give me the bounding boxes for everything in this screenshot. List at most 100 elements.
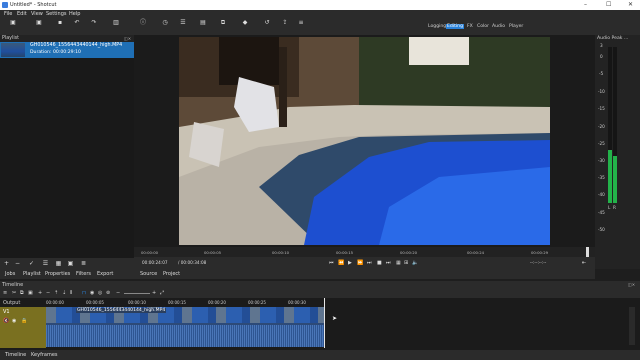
meter-scale: -20 <box>598 124 605 129</box>
mode-color[interactable]: Color <box>476 24 490 29</box>
playlist-item[interactable]: GH010546_1556443440144_high.MP4 Duration… <box>0 42 134 58</box>
keyframes-button[interactable]: ◆Keyframes <box>233 19 257 43</box>
properties-button[interactable]: ⓘProperties <box>131 19 155 43</box>
marker-icon[interactable]: ⇤ <box>582 260 586 266</box>
mode-logging[interactable]: Logging <box>427 24 447 29</box>
menu-icon[interactable]: ≡ <box>3 290 7 296</box>
rewind-icon[interactable]: ⏪ <box>338 260 344 266</box>
timeline-playhead[interactable] <box>324 298 325 348</box>
tab-timeline[interactable]: Timeline <box>5 353 26 358</box>
history-button[interactable]: ↺History <box>259 19 275 43</box>
meter-scale: -5 <box>599 71 604 76</box>
timeline-ruler[interactable]: 00:00:00 00:00:05 00:00:10 00:00:15 00:0… <box>46 298 640 307</box>
mode-audio[interactable]: Audio <box>491 24 506 29</box>
panel-float-icon[interactable]: ◫✕ <box>124 36 131 41</box>
undo-button[interactable]: ↶Undo <box>71 19 83 43</box>
position-timecode[interactable]: 00:00:24:07 <box>142 260 168 265</box>
paste-icon[interactable]: ▣ <box>28 290 33 296</box>
player-ruler[interactable]: 00:00:00 00:00:05 00:00:10 00:00:15 00:0… <box>134 247 595 257</box>
skip-end-icon[interactable]: ⏭ <box>367 260 372 266</box>
track-name: V1 <box>3 309 10 315</box>
recent-button[interactable]: ◷Recent <box>157 19 173 43</box>
tab-export[interactable]: Export <box>97 272 113 277</box>
open-file-button[interactable]: ▣Open File <box>2 19 24 43</box>
close-button[interactable]: ✕ <box>628 1 633 8</box>
filters-icon: ⧉ <box>220 19 226 26</box>
cut-icon[interactable]: ✂ <box>12 290 16 296</box>
snap-icon[interactable]: ⊓ <box>82 290 86 296</box>
tab-playlist[interactable]: Playlist <box>23 272 41 277</box>
filters-button[interactable]: ⧉Filters <box>216 19 230 43</box>
copy-icon[interactable]: ⧉ <box>20 290 24 296</box>
export-button[interactable]: ⇪Export <box>277 19 293 43</box>
peak-meter-button[interactable]: ▥Peak Meter <box>104 19 130 43</box>
meter-scale: -40 <box>598 192 605 197</box>
zoom-slider[interactable] <box>124 293 150 294</box>
tab-keyframes[interactable]: Keyframes <box>31 353 58 358</box>
tab-jobs[interactable]: Jobs <box>5 272 15 277</box>
loop-icon[interactable]: ⏭ <box>386 260 391 266</box>
menu-file[interactable]: File <box>4 12 12 17</box>
add-icon[interactable]: + <box>3 260 10 267</box>
menu-help[interactable]: Help <box>69 12 80 17</box>
zoom-in-icon[interactable]: + <box>152 290 156 296</box>
panel-float-icon[interactable]: ◫✕ <box>628 282 635 287</box>
fast-forward-icon[interactable]: ⏩ <box>357 260 363 266</box>
jobs-button[interactable]: ≡Jobs <box>295 19 307 43</box>
remove-icon[interactable]: − <box>14 260 21 267</box>
zoom-out-icon[interactable]: − <box>116 290 120 296</box>
menu-view[interactable]: View <box>31 12 43 17</box>
redo-button[interactable]: ↷Redo <box>88 19 100 43</box>
folder-icon: ▣ <box>36 19 42 26</box>
playhead-marker[interactable] <box>586 247 589 257</box>
mute-icon[interactable]: 🔇 <box>3 318 9 324</box>
play-icon[interactable]: ▶ <box>348 260 352 266</box>
lift-icon[interactable]: ⇡ <box>54 290 58 296</box>
ripple-all-icon[interactable]: ⊚ <box>106 290 110 296</box>
icon-view-icon[interactable]: ▣ <box>67 260 74 267</box>
in-out-timecode: --:--:--:-- <box>530 260 547 265</box>
zoom-fit-icon[interactable]: ⤢ <box>160 290 164 296</box>
hide-icon[interactable]: ◉ <box>12 318 16 324</box>
video-frame[interactable] <box>179 37 550 245</box>
mode-player[interactable]: Player <box>508 24 524 29</box>
remove-icon[interactable]: − <box>46 290 50 296</box>
clip-waveform <box>46 325 324 347</box>
zoom-icon[interactable]: ⊞ <box>404 260 408 266</box>
grid-icon[interactable]: ▦ <box>396 260 401 266</box>
minimize-button[interactable]: – <box>584 1 587 8</box>
tab-properties[interactable]: Properties <box>45 272 70 277</box>
volume-icon[interactable]: 🔈 <box>412 260 418 266</box>
tab-filters[interactable]: Filters <box>76 272 91 277</box>
track-v1[interactable]: GH010546_1556443440144_high.MP4 <box>46 307 325 347</box>
video-viewer <box>134 35 595 247</box>
tab-source[interactable]: Source <box>140 272 157 277</box>
check-icon[interactable]: ✓ <box>28 260 35 267</box>
ripple-icon[interactable]: ◎ <box>98 290 102 296</box>
open-other-button[interactable]: ▣Open Other... <box>26 19 57 43</box>
timeline-scrollbar[interactable] <box>629 307 635 345</box>
overwrite-icon[interactable]: ⇣ <box>62 290 66 296</box>
list-view-icon[interactable]: ☰ <box>42 260 49 267</box>
stop-icon[interactable]: ■ <box>377 260 382 266</box>
track-header-v1[interactable]: V1 🔇 ◉ 🔒 <box>0 307 46 348</box>
skip-start-icon[interactable]: ⏮ <box>329 260 334 266</box>
playlist-list[interactable] <box>0 58 134 258</box>
grid-view-icon[interactable]: ▦ <box>55 260 62 267</box>
save-button[interactable]: ▪Save <box>54 19 66 43</box>
maximize-button[interactable]: ☐ <box>606 1 611 8</box>
split-icon[interactable]: ⫴ <box>70 290 72 296</box>
menu-settings[interactable]: Settings <box>46 12 67 17</box>
menu-edit[interactable]: Edit <box>17 12 27 17</box>
timeline-button[interactable]: ▤Timeline <box>194 19 214 43</box>
tab-project[interactable]: Project <box>163 272 180 277</box>
keyframes-icon: ◆ <box>242 19 248 26</box>
detail-view-icon[interactable]: ≣ <box>80 260 87 267</box>
lock-icon[interactable]: 🔒 <box>21 318 27 324</box>
timeline-clip[interactable]: GH010546_1556443440144_high.MP4 <box>46 307 325 347</box>
scrub-icon[interactable]: ◉ <box>90 290 94 296</box>
playlist-button[interactable]: ☰Playlist <box>175 19 191 43</box>
mode-fx[interactable]: FX <box>466 24 474 29</box>
append-icon[interactable]: + <box>38 290 42 296</box>
mode-editing[interactable]: Editing <box>446 24 464 29</box>
